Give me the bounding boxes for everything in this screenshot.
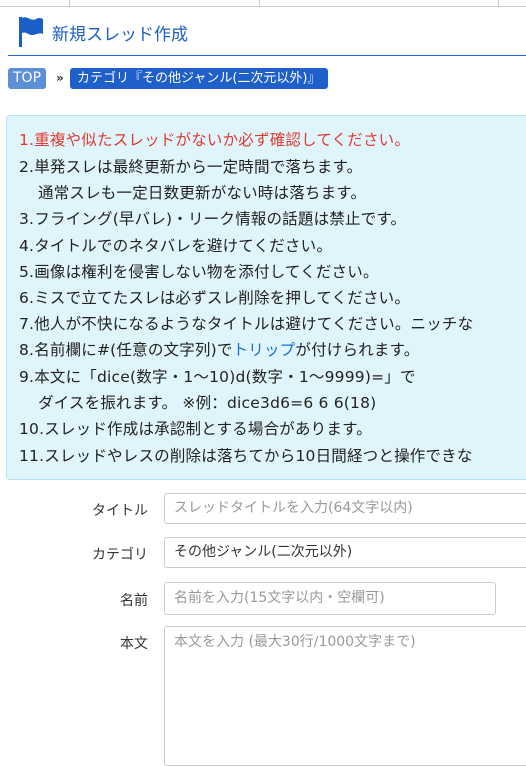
title-input[interactable]: スレッドタイトルを入力(64文字以内) bbox=[164, 493, 526, 524]
body-textarea[interactable]: 本文を入力 (最大30行/1000文字まで) bbox=[164, 626, 526, 766]
notice-text: が付けられます。 bbox=[295, 341, 420, 359]
notice-item: 11.スレッドやレスの削除は落ちてから10日間経つと操作できな bbox=[19, 447, 473, 465]
breadcrumb-separator: » bbox=[56, 71, 64, 85]
flag-icon bbox=[19, 17, 43, 47]
nav-divider bbox=[69, 0, 70, 6]
notice-item: 8.名前欄に#(任意の文字列)でトリップが付けられます。 bbox=[19, 338, 419, 360]
title-placeholder: スレッドタイトルを入力(64文字以内) bbox=[174, 500, 413, 516]
nav-divider bbox=[259, 0, 260, 6]
category-select[interactable]: その他ジャンル(二次元以外) bbox=[164, 537, 526, 568]
notice-item: 5.画像は権利を侵害しない物を添付してください。 bbox=[19, 263, 379, 281]
nav-divider bbox=[498, 0, 499, 6]
notice-item: 1.重複や似たスレッドがないか必ず確認してください。 bbox=[19, 131, 411, 149]
body-placeholder: 本文を入力 (最大30行/1000文字まで) bbox=[174, 634, 416, 650]
name-label: 名前 bbox=[120, 593, 148, 609]
notice-item: 9.本文に「dice(数字・1〜10)d(数字・1〜9999)=」で bbox=[19, 368, 416, 386]
breadcrumb-top-link[interactable]: TOP bbox=[8, 68, 47, 89]
category-label: カテゴリ bbox=[92, 547, 148, 563]
page-title: 新規スレッド作成 bbox=[52, 25, 188, 45]
notice-item: 4.タイトルでのネタバレを避けてください。 bbox=[19, 237, 333, 255]
notice-text: 8.名前欄に#(任意の文字列)で bbox=[19, 341, 233, 359]
trip-link[interactable]: トリップ bbox=[233, 341, 296, 359]
notice-item: 2.単発スレは最終更新から一定時間で落ちます。 bbox=[19, 158, 363, 176]
title-label: タイトル bbox=[92, 503, 148, 519]
notice-item: 10.スレッド作成は承認制とする場合があります。 bbox=[19, 420, 372, 438]
name-placeholder: 名前を入力(15文字以内・空欄可) bbox=[174, 590, 385, 606]
notice-item: 6.ミスで立てたスレは必ずスレ削除を押してください。 bbox=[19, 289, 411, 307]
notice-item: 3.フライング(早バレ)・リーク情報の話題は禁止です。 bbox=[19, 210, 407, 228]
notice-item: 7.他人が不快になるようなタイトルは避けてください。ニッチな bbox=[19, 315, 474, 333]
breadcrumb-category[interactable]: カテゴリ『その他ジャンル(二次元以外)』 bbox=[70, 68, 328, 89]
name-input[interactable]: 名前を入力(15文字以内・空欄可) bbox=[164, 582, 496, 615]
category-selected-value: その他ジャンル(二次元以外) bbox=[174, 544, 353, 560]
page-header: 新規スレッド作成 bbox=[8, 15, 526, 56]
notice-box: 1.重複や似たスレッドがないか必ず確認してください。 2.単発スレは最終更新から… bbox=[6, 115, 526, 480]
body-label: 本文 bbox=[120, 636, 148, 652]
top-navigation-strip bbox=[0, 0, 526, 7]
notice-item-continuation: ダイスを振れます。 ※例：dice3d6=6 6 6(18) bbox=[38, 394, 377, 412]
notice-item-continuation: 通常スレも一定日数更新がない時は落ちます。 bbox=[38, 184, 367, 202]
